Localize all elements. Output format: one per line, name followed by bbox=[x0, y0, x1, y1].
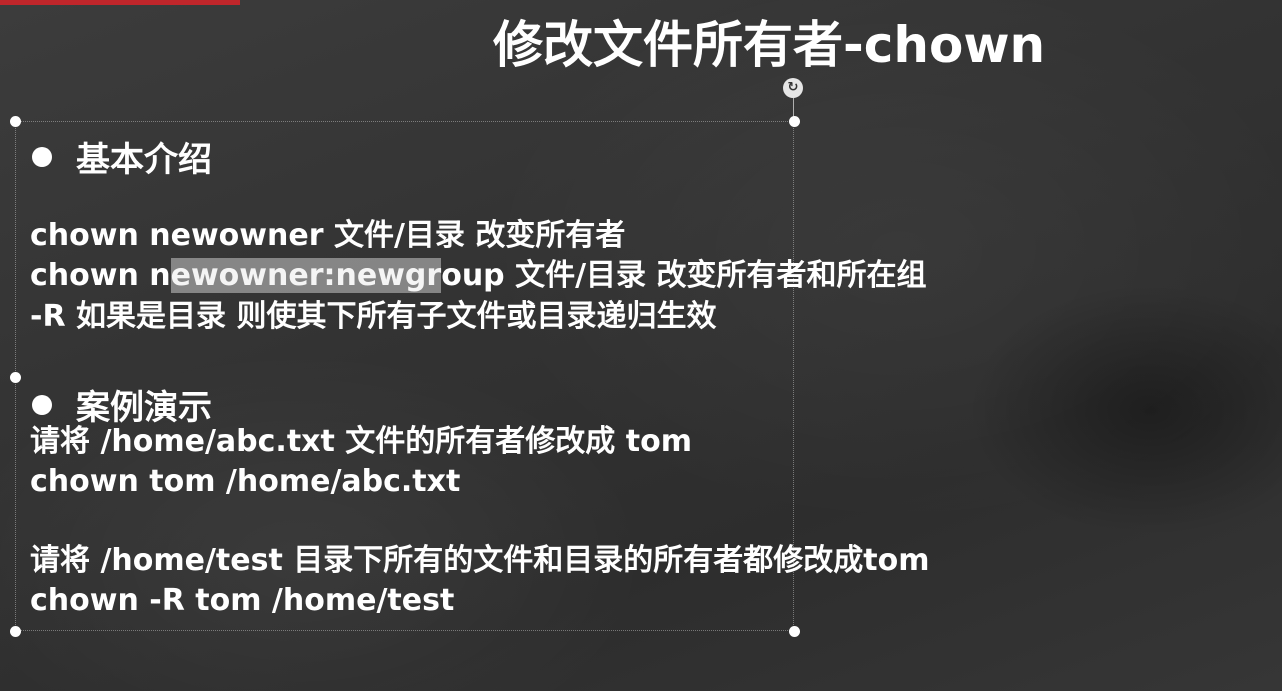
accent-bar bbox=[0, 0, 240, 5]
bullet-icon bbox=[32, 146, 52, 167]
resize-handle-bottom-left[interactable] bbox=[10, 626, 21, 637]
section-heading-basic: 基本介绍 bbox=[32, 132, 212, 181]
text-line-part: chown n bbox=[30, 258, 171, 293]
rotate-icon[interactable]: ↻ bbox=[783, 78, 803, 98]
selected-text: ewowner:newgr bbox=[170, 258, 442, 293]
resize-handle-middle-left[interactable] bbox=[10, 372, 21, 383]
text-line-chown-owner: chown newowner 文件/目录 改变所有者 bbox=[30, 218, 626, 253]
text-line-example2-desc: 请将 /home/test 目录下所有的文件和目录的所有者都修改成tom bbox=[30, 543, 930, 578]
slide-title[interactable]: 修改文件所有者-chown bbox=[493, 12, 1045, 78]
text-line-example2-cmd: chown -R tom /home/test bbox=[30, 583, 455, 618]
resize-handle-bottom-middle[interactable] bbox=[789, 626, 800, 637]
bullet-icon bbox=[32, 394, 52, 415]
resize-handle-top-left[interactable] bbox=[10, 116, 21, 127]
resize-handle-top-middle[interactable] bbox=[789, 116, 800, 127]
slide-canvas[interactable]: 修改文件所有者-chown ↻ 基本介绍 chown newowner 文件/目… bbox=[0, 0, 1282, 691]
text-line-part: oup 文件/目录 改变所有者和所在组 bbox=[441, 258, 927, 293]
text-line-recursive-option: -R 如果是目录 则使其下所有子文件或目录递归生效 bbox=[30, 299, 717, 334]
text-line-example1-cmd: chown tom /home/abc.txt bbox=[30, 464, 461, 499]
text-line-chown-owner-group: chown newowner:newgroup 文件/目录 改变所有者和所在组 bbox=[30, 256, 927, 296]
text-line-example1-desc: 请将 /home/abc.txt 文件的所有者修改成 tom bbox=[30, 424, 692, 459]
section-heading-basic-text: 基本介绍 bbox=[76, 140, 212, 180]
